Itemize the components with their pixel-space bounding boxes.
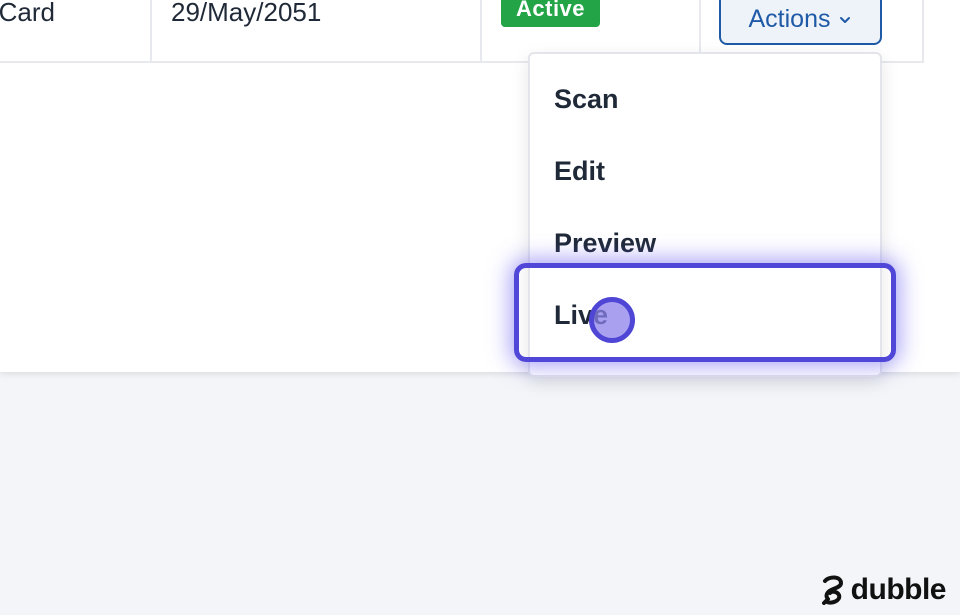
menu-item-preview[interactable]: Preview: [530, 207, 880, 279]
menu-item-edit[interactable]: Edit: [530, 135, 880, 207]
chevron-down-icon: [840, 16, 851, 23]
actions-button-label: Actions: [748, 5, 831, 33]
type-cell-text: Card: [0, 0, 55, 27]
menu-item-live[interactable]: Live: [530, 279, 880, 351]
date-cell-text: 29/May/2051: [171, 0, 322, 27]
actions-dropdown-menu: Scan Edit Preview Live: [528, 52, 882, 377]
menu-item-preview-label: Preview: [554, 227, 657, 258]
date-cell: 29/May/2051: [152, 0, 482, 61]
brand-name: dubble: [850, 573, 947, 606]
menu-item-live-label: Live: [554, 299, 609, 330]
brand-logo: dubble: [819, 573, 947, 607]
status-badge: Active: [501, 0, 601, 27]
menu-item-edit-label: Edit: [554, 155, 605, 186]
dubble-logo-icon: [821, 575, 843, 605]
type-cell: Card: [0, 0, 152, 61]
menu-item-scan-label: Scan: [554, 83, 619, 114]
actions-button[interactable]: Actions: [719, 0, 882, 45]
menu-item-scan[interactable]: Scan: [530, 63, 880, 135]
